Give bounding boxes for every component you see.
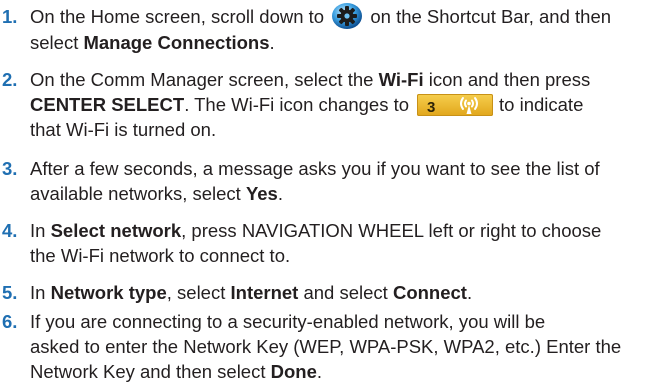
badge-number: 3	[427, 98, 436, 116]
text-segment: .	[316, 361, 323, 382]
text-line: After a few seconds, a message asks you …	[30, 156, 657, 181]
text-line: If you are connecting to a security-enab…	[30, 309, 657, 334]
text-segment: If you are connecting to a security-enab…	[30, 311, 546, 332]
text-segment: on the Shortcut Bar, and then	[365, 6, 612, 27]
step-text: On the Home screen, scroll down to on th…	[30, 2, 657, 55]
bold-term: CENTER SELECT	[30, 94, 185, 115]
text-line: On the Home screen, scroll down to on th…	[30, 2, 657, 30]
step-text: If you are connecting to a security-enab…	[30, 309, 657, 384]
text-line: In Network type, select Internet and sel…	[30, 280, 657, 305]
text-segment: Network Key and then select	[30, 361, 271, 382]
text-segment: and select	[298, 282, 393, 303]
step-number: 3.	[2, 158, 18, 179]
step-text: After a few seconds, a message asks you …	[30, 156, 657, 206]
bold-term: Wi-Fi	[378, 69, 424, 90]
settings-orb-icon	[331, 2, 363, 30]
step-number: 5.	[2, 282, 18, 303]
bold-term: Internet	[230, 282, 299, 303]
text-segment: In	[30, 282, 51, 303]
text-segment: .	[466, 282, 473, 303]
bold-term: Done	[270, 361, 317, 382]
step-text: On the Comm Manager screen, select the W…	[30, 67, 657, 142]
bold-term: Connect	[392, 282, 467, 303]
text-line: In Select network, press NAVIGATION WHEE…	[30, 218, 657, 243]
text-segment: , press NAVIGATION WHEEL left or right t…	[181, 220, 602, 241]
step-number: 1.	[2, 6, 18, 27]
text-segment: the Wi-Fi network to connect to.	[30, 245, 291, 266]
text-segment: .	[277, 183, 283, 204]
text-line: On the Comm Manager screen, select the W…	[30, 67, 657, 92]
text-segment: that Wi-Fi is turned on.	[30, 119, 217, 140]
text-segment: available networks, select	[30, 183, 246, 204]
step-text: In Select network, press NAVIGATION WHEE…	[30, 218, 657, 268]
step-number: 4.	[2, 220, 18, 241]
text-line: Network Key and then select Done.	[30, 359, 657, 384]
text-line: the Wi-Fi network to connect to.	[30, 243, 657, 268]
text-segment: select	[30, 32, 84, 54]
text-segment: to indicate	[499, 94, 584, 115]
text-segment: On the Home screen, scroll down to	[30, 6, 330, 27]
text-segment: In	[30, 220, 51, 241]
bold-term: Select network	[50, 220, 182, 241]
text-segment: icon and then press	[423, 69, 591, 90]
text-segment: .	[269, 32, 275, 54]
text-line: asked to enter the Network Key (WEP, WPA…	[30, 334, 657, 359]
text-segment: , select	[166, 282, 231, 303]
step-text: In Network type, select Internet and sel…	[30, 280, 657, 305]
text-line: available networks, select Yes.	[30, 181, 657, 206]
bold-term: Network type	[50, 282, 167, 303]
text-segment: After a few seconds, a message asks you …	[30, 158, 600, 179]
step-number: 2.	[2, 69, 18, 90]
text-segment: . The Wi-Fi icon changes to	[184, 94, 410, 115]
wifi-on-badge-icon: 3	[417, 93, 494, 116]
text-line: that Wi-Fi is turned on.	[30, 117, 657, 142]
text-segment: asked to enter the Network Key (WEP, WPA…	[30, 336, 622, 357]
text-line: select Manage Connections.	[30, 30, 657, 55]
text-line: CENTER SELECT. The Wi-Fi icon changes to…	[30, 92, 657, 117]
text-segment: On the Comm Manager screen, select the	[30, 69, 379, 90]
bold-term: Yes	[245, 183, 278, 204]
step-number: 6.	[2, 311, 18, 332]
bold-term: Manage Connections	[83, 32, 270, 54]
